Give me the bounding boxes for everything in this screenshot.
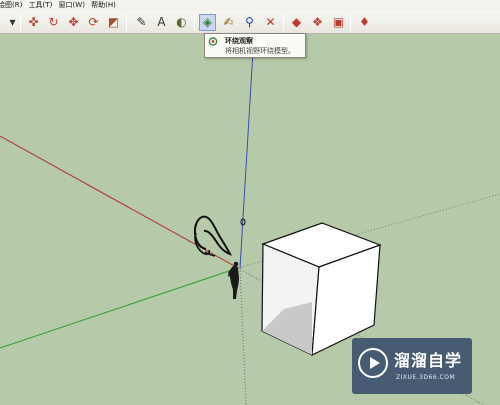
watermark-title: 溜溜自学 [394, 351, 463, 370]
toolbar-separator [283, 14, 284, 31]
zoom-icon[interactable]: ⚲ [241, 14, 258, 31]
toolbar-separator [350, 14, 351, 31]
zoom-extents-icon[interactable]: ✕ [262, 14, 279, 31]
menu-tools[interactable]: 工具(T) [29, 0, 57, 11]
toolbar-separator [20, 14, 21, 31]
menu-help[interactable]: 帮助(H) [91, 0, 120, 11]
scale-tool-icon[interactable]: ◩ [105, 14, 122, 31]
walk-icon[interactable]: ✍ [220, 14, 237, 31]
component-icon[interactable]: ❖ [309, 14, 326, 31]
menu-window[interactable]: 窗口(W) [59, 0, 89, 11]
rotate-tool-icon[interactable]: ↻ [45, 14, 62, 31]
look-around-icon[interactable]: ◈ [199, 14, 216, 31]
tooltip-description: 将相机视野环绕模型。 [225, 47, 295, 55]
dimension-icon[interactable]: A [153, 14, 170, 31]
orbit-tool-icon[interactable]: ✜ [25, 14, 42, 31]
tooltip: 环绕观察 将相机视野环绕模型。 [204, 33, 306, 58]
play-logo-icon [358, 348, 388, 378]
refresh-icon[interactable]: ⟳ [85, 14, 102, 31]
tooltip-title: 环绕观察 [225, 37, 253, 45]
toolbar-separator [126, 14, 127, 31]
dropdown-arrow-icon[interactable]: ▾ [4, 14, 21, 31]
toolbar-separator [194, 14, 195, 31]
section-plane-icon[interactable]: ◆ [288, 14, 305, 31]
watermark: 溜溜自学 ZIXUE.3D66.COM [352, 338, 472, 394]
orbit-tool-icon [208, 37, 218, 46]
orbit-cursor-icon [194, 215, 246, 257]
blue-axis-dotted [239, 267, 247, 405]
green-axis [0, 267, 239, 349]
ruby-icon[interactable]: ♦ [356, 14, 373, 31]
toolbar: ▾ ✜ ↻ ✥ ⟳ ◩ ✎ A ◐ ◈ ✍ ⚲ ✕ ◆ ❖ ▣ ♦ [0, 11, 500, 34]
person-figure[interactable] [227, 261, 239, 299]
protractor-icon[interactable]: ◐ [173, 14, 190, 31]
blue-axis [239, 34, 255, 269]
cube[interactable] [261, 222, 382, 356]
warehouse-icon[interactable]: ▣ [330, 14, 347, 31]
tape-measure-icon[interactable]: ✎ [133, 14, 150, 31]
watermark-subtitle: ZIXUE.3D66.COM [396, 374, 456, 381]
menu-draw[interactable]: 绘图(R) [0, 0, 26, 11]
menu-bar: 绘图(R) 工具(T) 窗口(W) 帮助(H) [0, 0, 500, 11]
move-tool-icon[interactable]: ✥ [65, 14, 82, 31]
